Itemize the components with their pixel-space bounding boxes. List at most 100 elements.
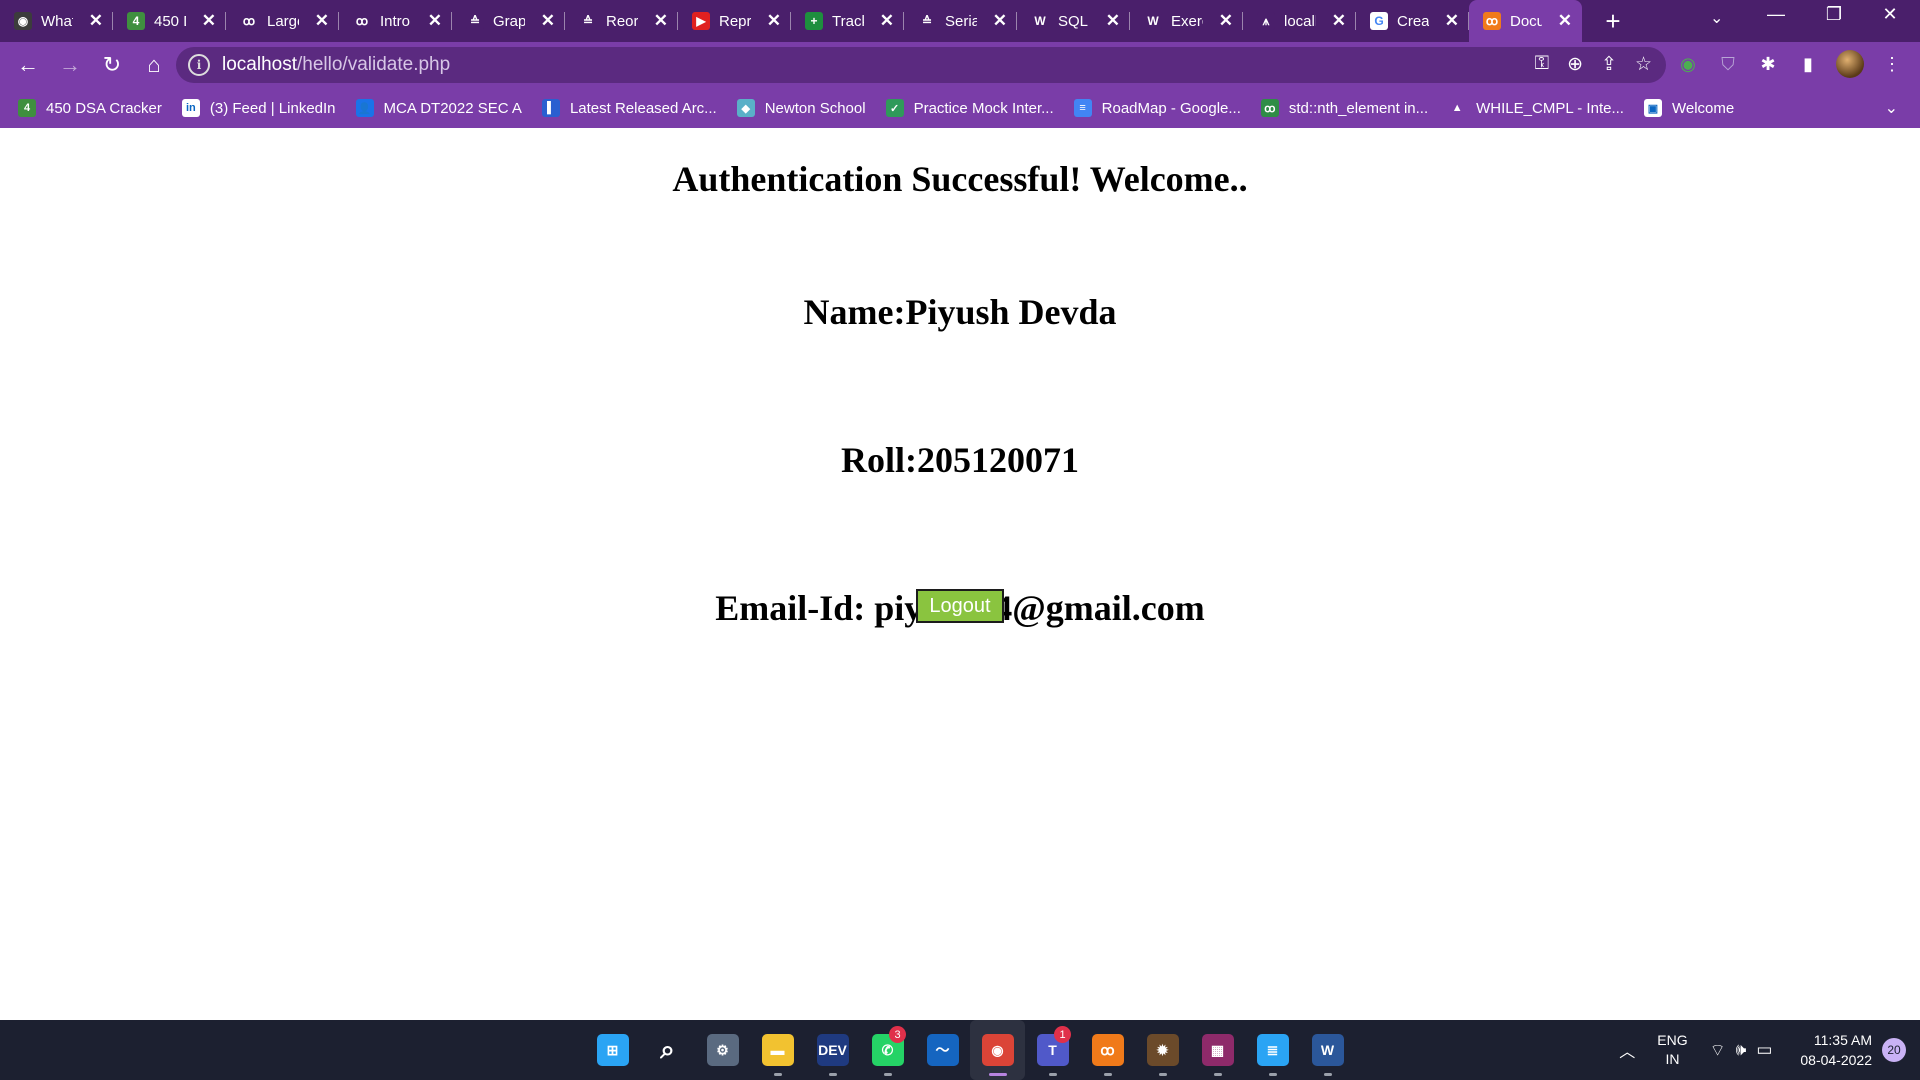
- tab-favicon-icon: 4: [127, 12, 145, 30]
- bookmarks-overflow-icon[interactable]: ⌄: [1885, 98, 1898, 118]
- taskbar-devhome-button[interactable]: DEV: [805, 1020, 860, 1080]
- app-notification-badge: 3: [889, 1026, 906, 1043]
- browser-tab[interactable]: ꝏ Intro ✕: [339, 0, 452, 42]
- browser-tab[interactable]: ꝏ Docu ✕: [1469, 0, 1582, 42]
- tray-overflow-chevron-icon[interactable]: ︿: [1619, 1038, 1635, 1062]
- battery-icon[interactable]: ▭: [1756, 1040, 1772, 1061]
- bookmark-label: 450 DSA Cracker: [46, 99, 162, 117]
- bookmark-item[interactable]: ▌ Latest Released Arc...: [541, 99, 717, 117]
- taskbar-settings-button[interactable]: ⚙: [695, 1020, 750, 1080]
- share-icon[interactable]: ⇪: [1601, 53, 1617, 76]
- bookmark-item[interactable]: ≡ RoadMap - Google...: [1073, 99, 1241, 117]
- bookmark-item[interactable]: 4 450 DSA Cracker: [18, 99, 162, 117]
- extension-globe-icon[interactable]: ◉: [1676, 52, 1700, 76]
- bookmark-item[interactable]: 👤 MCA DT2022 SEC A: [355, 99, 522, 117]
- bookmark-label: WHILE_CMPL - Inte...: [1476, 99, 1624, 117]
- extensions-puzzle-icon[interactable]: ✱: [1756, 52, 1780, 76]
- tab-close-icon[interactable]: ✕: [1215, 11, 1237, 31]
- name-line: Name:Piyush Devda: [803, 292, 1117, 332]
- site-info-icon[interactable]: i: [188, 54, 210, 76]
- close-window-button[interactable]: ✕: [1870, 4, 1910, 25]
- restore-button[interactable]: ❐: [1814, 4, 1854, 25]
- browser-tab[interactable]: ⩚ localh ✕: [1243, 0, 1356, 42]
- taskbar-xampp-button[interactable]: ꝏ: [1080, 1020, 1135, 1080]
- taskbar-windows-start-button[interactable]: ⊞: [585, 1020, 640, 1080]
- wifi-icon[interactable]: ⌔: [1710, 1040, 1726, 1061]
- side-panel-icon[interactable]: ▮: [1796, 52, 1820, 76]
- whiteboard-icon: 〜: [926, 1034, 959, 1066]
- tab-close-icon[interactable]: ✕: [876, 11, 898, 31]
- address-host: localhost: [222, 54, 297, 75]
- taskbar-word-button[interactable]: W: [1300, 1020, 1355, 1080]
- taskbar-teams-button[interactable]: T1: [1025, 1020, 1080, 1080]
- tab-close-icon[interactable]: ✕: [198, 11, 220, 31]
- running-indicator: [828, 1073, 837, 1076]
- forward-button[interactable]: →: [50, 52, 90, 78]
- bookmark-item[interactable]: ▲ WHILE_CMPL - Inte...: [1448, 99, 1624, 117]
- browser-tab[interactable]: W SQL ✕: [1017, 0, 1130, 42]
- browser-tab[interactable]: ≙ Reorder ✕: [565, 0, 678, 42]
- taskbar-winrar-button[interactable]: ▦: [1190, 1020, 1245, 1080]
- browser-menu-icon[interactable]: ⋮: [1880, 52, 1904, 76]
- browser-tab[interactable]: ◉ WhatsApp ✕: [0, 0, 113, 42]
- bookmark-item[interactable]: ◆ Newton School: [736, 99, 866, 117]
- new-tab-button[interactable]: +: [1598, 6, 1628, 37]
- taskbar-gear-app-button[interactable]: ✹: [1135, 1020, 1190, 1080]
- bookmark-item[interactable]: ꝏ std::nth_element in...: [1260, 99, 1428, 117]
- notification-count-badge[interactable]: 20: [1882, 1038, 1906, 1062]
- browser-tab[interactable]: 4 450 DSA ✕: [113, 0, 226, 42]
- clock[interactable]: 11:35 AM 08-04-2022: [1800, 1030, 1872, 1070]
- logout-button[interactable]: Logout: [916, 589, 1004, 623]
- tab-close-icon[interactable]: ✕: [1102, 11, 1124, 31]
- tab-close-icon[interactable]: ✕: [311, 11, 333, 31]
- address-bar[interactable]: i localhost/hello/validate.php ⚿ ⊕ ⇪ ☆: [176, 47, 1666, 83]
- minimize-button[interactable]: —: [1756, 4, 1796, 25]
- browser-tab[interactable]: W Exerc ✕: [1130, 0, 1243, 42]
- zoom-icon[interactable]: ⊕: [1567, 53, 1583, 76]
- tab-close-icon[interactable]: ✕: [85, 11, 107, 31]
- back-button[interactable]: ←: [8, 52, 48, 78]
- bookmark-item[interactable]: ▣ Welcome: [1643, 99, 1735, 117]
- tab-close-icon[interactable]: ✕: [424, 11, 446, 31]
- bookmark-item[interactable]: ✓ Practice Mock Inter...: [885, 99, 1054, 117]
- home-button[interactable]: ⌂: [134, 52, 174, 78]
- profile-avatar[interactable]: [1836, 50, 1864, 78]
- browser-tab[interactable]: ≙ Serial ✕: [904, 0, 1017, 42]
- key-icon[interactable]: ⚿: [1535, 53, 1549, 76]
- tab-close-icon[interactable]: ✕: [763, 11, 785, 31]
- extension-shield-icon[interactable]: ⛉: [1716, 52, 1740, 76]
- tab-search-chevron-icon[interactable]: ⌄: [1710, 8, 1723, 28]
- browser-tab[interactable]: ≙ Graph ✕: [452, 0, 565, 42]
- taskbar-file-explorer-button[interactable]: ▬: [750, 1020, 805, 1080]
- address-path: /hello/validate.php: [297, 54, 451, 75]
- address-url[interactable]: localhost/hello/validate.php: [222, 54, 450, 76]
- tab-close-icon[interactable]: ✕: [650, 11, 672, 31]
- tab-close-icon[interactable]: ✕: [537, 11, 559, 31]
- windows-start-icon: ⊞: [596, 1034, 629, 1066]
- browser-tab[interactable]: G Creat ✕: [1356, 0, 1469, 42]
- browser-tab[interactable]: ꝏ Largest ✕: [226, 0, 339, 42]
- roll-line: Roll:205120071: [841, 440, 1079, 480]
- tab-close-icon[interactable]: ✕: [989, 11, 1011, 31]
- devhome-icon: DEV: [816, 1034, 849, 1066]
- input-language[interactable]: ENG IN: [1657, 1031, 1687, 1069]
- bookmark-favicon-icon: ▣: [1643, 99, 1662, 117]
- reload-button[interactable]: ↻: [92, 52, 132, 78]
- taskbar-chrome-button[interactable]: ◉: [970, 1020, 1025, 1080]
- bookmark-label: Newton School: [764, 99, 866, 117]
- tab-close-icon[interactable]: ✕: [1554, 11, 1576, 31]
- volume-icon[interactable]: 🕪: [1736, 1040, 1747, 1061]
- bookmark-label: Welcome: [1671, 99, 1735, 117]
- taskbar-whatsapp-button[interactable]: ✆ 3: [860, 1020, 915, 1080]
- tab-favicon-icon: ▶: [692, 12, 710, 30]
- browser-tab[interactable]: + Track ✕: [791, 0, 904, 42]
- taskbar-whiteboard-button[interactable]: 〜: [915, 1020, 970, 1080]
- tab-close-icon[interactable]: ✕: [1328, 11, 1350, 31]
- bookmark-star-icon[interactable]: ☆: [1635, 53, 1652, 76]
- bookmark-item[interactable]: in (3) Feed | LinkedIn: [181, 99, 336, 117]
- tab-close-icon[interactable]: ✕: [1441, 11, 1463, 31]
- bookmark-favicon-icon: ▲: [1448, 99, 1467, 117]
- taskbar-search-button[interactable]: ⌕: [640, 1020, 695, 1080]
- browser-tab[interactable]: ▶ Repr ✕: [678, 0, 791, 42]
- taskbar-notepad-button[interactable]: ≣: [1245, 1020, 1300, 1080]
